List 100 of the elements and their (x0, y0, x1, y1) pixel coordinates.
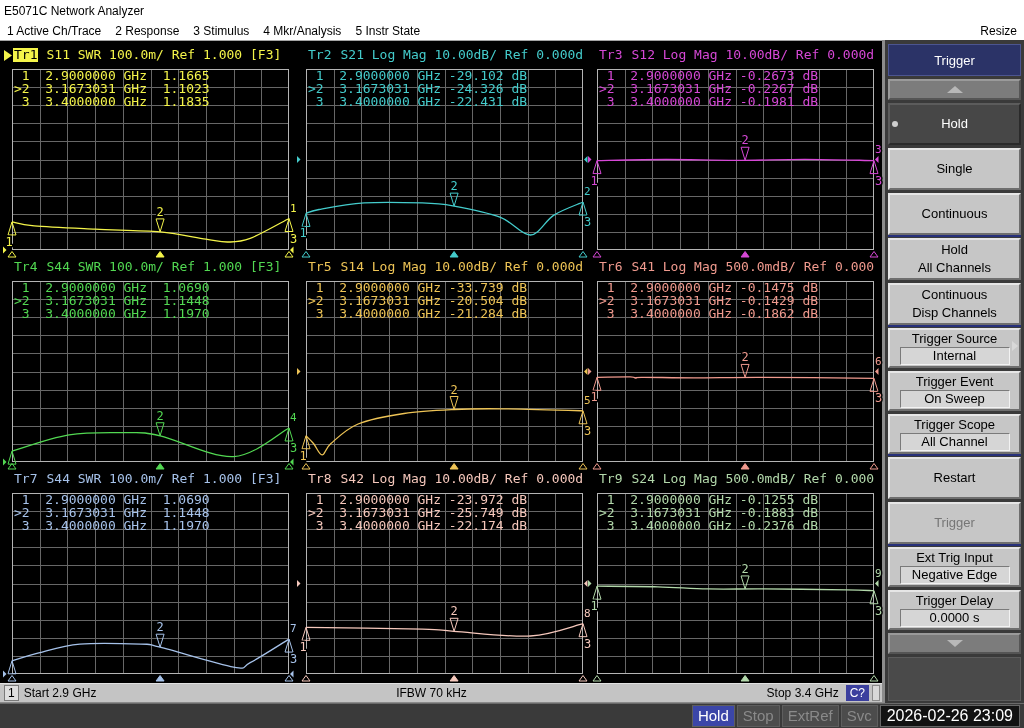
softkey-button[interactable]: Trigger Scope All Channel (888, 414, 1021, 454)
trace-number: 2 (584, 185, 591, 199)
readout-marker-number: 3 (20, 519, 30, 532)
softkey-button[interactable]: Trigger Event On Sweep (888, 371, 1021, 411)
softkey-button[interactable]: Ext Trig Input Negative Edge (888, 547, 1021, 587)
status-indicator: ExtRef (781, 705, 839, 727)
scroll-up-button[interactable] (888, 79, 1021, 100)
menu-item[interactable]: 1 Active Ch/Trace (0, 23, 109, 39)
marker-frequency: 2.9000000 GHz (630, 281, 733, 294)
softkey-button[interactable]: Hold (888, 103, 1021, 145)
menu-item[interactable]: 2 Response (108, 23, 187, 39)
readout-marker-number: 3 (605, 95, 615, 108)
value-display: 0.0000 s (899, 609, 1010, 627)
marker-number: 1 (5, 234, 13, 249)
readout-marker-number: 3 (20, 95, 30, 108)
trace-settings: S44 SWR 100.0m/ Ref 1.000 [F3] (46, 472, 282, 486)
value-unit: dB (802, 506, 819, 519)
reference-marker-icon (875, 156, 879, 163)
marker-frequency: 3.1673031 GHz (630, 294, 733, 307)
marker-value: 1.0690 (161, 493, 210, 506)
marker-value: -0.1475 (739, 281, 795, 294)
value-display: Negative Edge (899, 566, 1010, 584)
trace-number: 8 (584, 606, 591, 620)
marker-value: -24.326 (448, 82, 504, 95)
value-display: All Channel (899, 433, 1010, 451)
marker-number: 2 (450, 179, 458, 194)
trace-settings: S41 Log Mag 500.0mdB/ Ref 0.000 (631, 260, 875, 274)
down-arrow-icon (946, 640, 963, 647)
marker-value: 1.1448 (161, 506, 210, 519)
readout-marker-number: >2 (308, 82, 324, 95)
marker-value: 1.1835 (161, 95, 210, 108)
marker-frequency: 3.1673031 GHz (339, 82, 442, 95)
value-unit: dB (802, 281, 819, 294)
value-unit: dB (511, 281, 528, 294)
marker-value: -21.284 (448, 307, 504, 320)
readout-marker-number: 3 (20, 307, 30, 320)
menu-item[interactable]: 4 Mkr/Analysis (256, 23, 349, 39)
readout-marker-number: >2 (308, 294, 324, 307)
marker-value: 1.0690 (161, 281, 210, 294)
marker-frequency: 3.1673031 GHz (630, 82, 733, 95)
readout-marker-number: 3 (605, 519, 615, 532)
softkey-button[interactable]: Trigger Delay 0.0000 s (888, 590, 1021, 630)
readout-marker-number: 1 (20, 493, 30, 506)
trace-label: Tr7 (13, 472, 39, 486)
status-indicator: Stop (736, 705, 780, 727)
menu-item[interactable]: 3 Stimulus (186, 23, 257, 39)
marker-number: 3 (289, 440, 298, 455)
trace-number: 9 (875, 566, 882, 580)
trace-settings: S21 Log Mag 10.00dB/ Ref 0.000d (340, 48, 584, 62)
trace-label: Tr5 (307, 260, 333, 274)
value-unit: dB (511, 493, 528, 506)
marker-frequency: 2.9000000 GHz (45, 69, 148, 82)
marker-value: -0.2376 (739, 519, 795, 532)
trace-number: 6 (875, 354, 882, 368)
marker-number: 2 (450, 604, 458, 619)
value-unit: dB (511, 506, 528, 519)
marker-number: 3 (583, 215, 592, 230)
value-display: Internal (899, 347, 1010, 365)
softkey-button[interactable]: Trigger Source Internal (888, 328, 1021, 368)
trace-number: 4 (290, 410, 297, 424)
marker-frequency: 3.1673031 GHz (45, 294, 148, 307)
readout-marker-number: 1 (605, 493, 615, 506)
softkey-button[interactable]: Restart (888, 457, 1021, 499)
softkey-button[interactable]: Hold All Channels (888, 238, 1021, 280)
marker-frequency: 3.4000000 GHz (339, 95, 442, 108)
value-unit: dB (511, 82, 528, 95)
marker-value: -0.1862 (739, 307, 795, 320)
trace-number: 1 (290, 201, 297, 215)
marker-value: -0.1883 (739, 506, 795, 519)
marker-frequency: 2.9000000 GHz (339, 69, 442, 82)
marker-value: -0.1429 (739, 294, 795, 307)
trace-label: Tr4 (13, 260, 39, 274)
marker-number: 3 (874, 173, 883, 188)
readout-marker-number: >2 (14, 294, 30, 307)
scroll-down-button[interactable] (888, 633, 1021, 654)
trace-settings: S44 SWR 100.0m/ Ref 1.000 [F3] (46, 260, 282, 274)
softkey-button[interactable]: Continuous (888, 193, 1021, 235)
reference-marker-icon (297, 156, 301, 163)
marker-number: 2 (450, 382, 458, 397)
value-unit: dB (802, 307, 819, 320)
value-unit: dB (511, 69, 528, 82)
reference-marker-icon (3, 246, 7, 254)
status-indicator: Svc (840, 705, 878, 727)
readout-marker-number: >2 (14, 82, 30, 95)
marker-frequency: 3.4000000 GHz (45, 95, 148, 108)
menu-item[interactable]: 5 Instr State (348, 23, 428, 39)
softkey-button[interactable]: Single (888, 148, 1021, 190)
ifbw-label: IFBW 70 kHz (396, 686, 467, 700)
marker-frequency: 3.4000000 GHz (339, 519, 442, 532)
reference-marker-icon (875, 580, 879, 587)
reference-marker-icon (297, 580, 301, 587)
softkey-button[interactable]: Continuous Disp Channels (888, 283, 1021, 325)
trace-settings: S42 Log Mag 10.00dB/ Ref 0.000d (340, 472, 584, 486)
marker-value: -0.2673 (739, 69, 795, 82)
marker-number: 2 (741, 561, 749, 576)
reference-marker-icon (297, 368, 301, 375)
resize-button[interactable]: Resize (973, 23, 1024, 39)
marker-value: -33.739 (448, 281, 504, 294)
marker-frequency: 3.1673031 GHz (45, 506, 148, 519)
marker-value: 1.1970 (161, 519, 210, 532)
